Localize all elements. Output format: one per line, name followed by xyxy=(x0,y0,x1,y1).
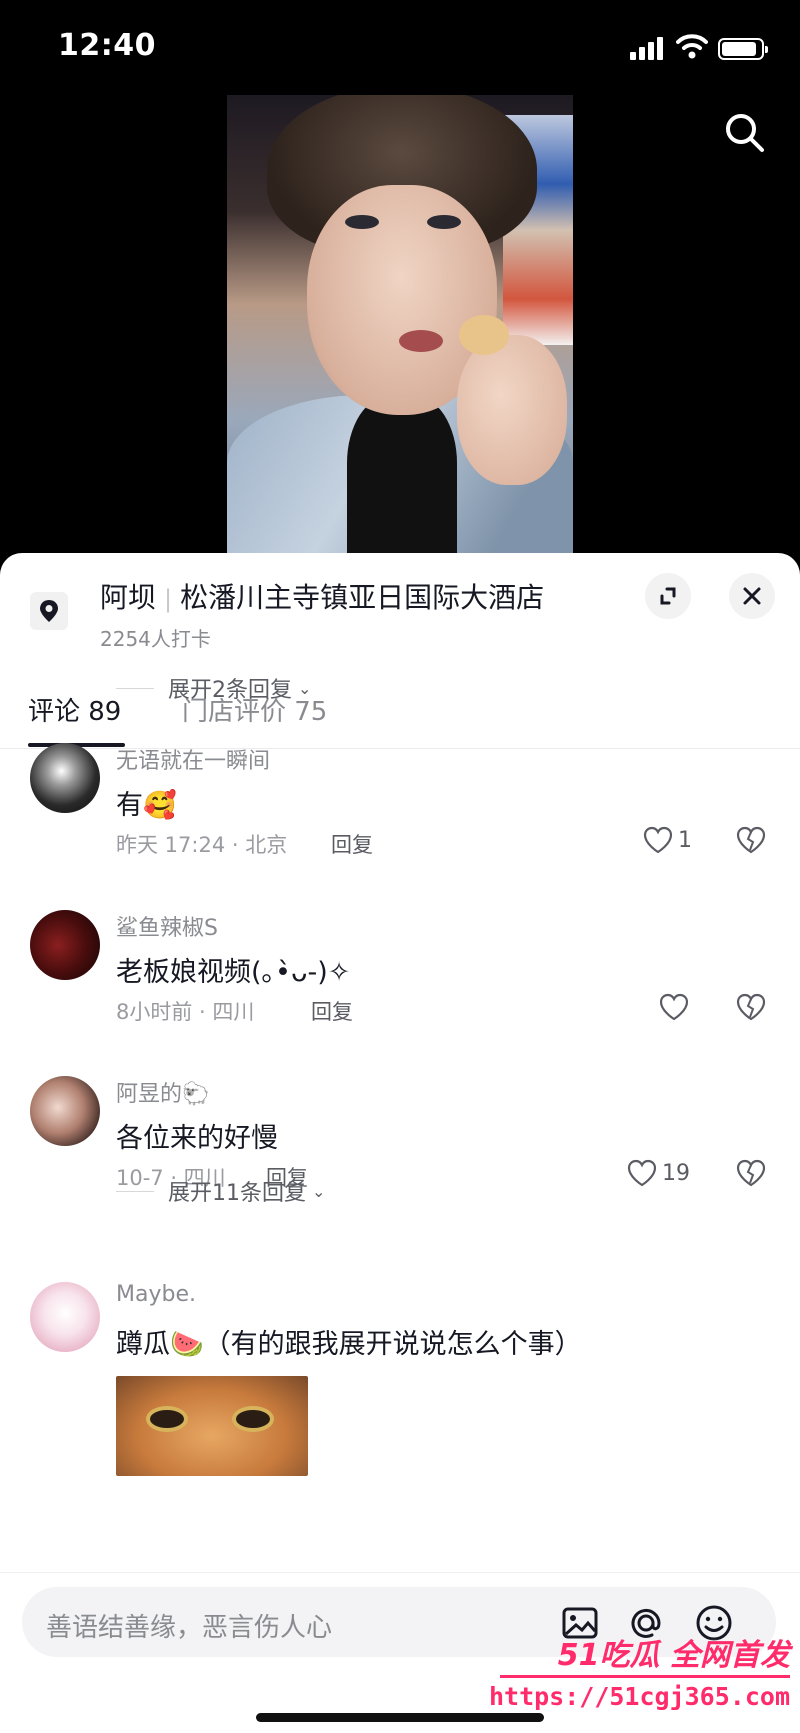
checkin-count: 2254人打卡 xyxy=(100,627,211,651)
wifi-icon xyxy=(676,34,708,59)
like-button[interactable]: 19 xyxy=(626,1158,690,1188)
comment-username[interactable]: Maybe. xyxy=(116,1282,196,1307)
tab-comments[interactable]: 评论 89 xyxy=(28,691,121,728)
expand-replies-top[interactable]: 展开2条回复 ⌄ xyxy=(116,672,311,704)
avatar[interactable] xyxy=(30,1282,100,1352)
location-separator: | xyxy=(164,585,173,613)
avatar[interactable] xyxy=(30,743,100,813)
location-name: 松潘川主寺镇亚日国际大酒店 xyxy=(180,581,545,614)
comment-username[interactable]: 无语就在一瞬间 xyxy=(116,743,270,775)
video-frame[interactable] xyxy=(227,95,573,560)
reply-button[interactable]: 回复 xyxy=(331,829,373,859)
signal-icon xyxy=(630,36,666,60)
heart-icon xyxy=(659,993,689,1021)
like-count: 19 xyxy=(662,1160,690,1186)
watermark-url: https://51cgj365.com xyxy=(488,1682,790,1711)
comment-sheet: 阿坝 | 松潘川主寺镇亚日国际大酒店 2254人打卡 评论 89 门店评价 75 展… xyxy=(0,553,800,1733)
status-time: 12:40 xyxy=(58,28,156,63)
close-icon xyxy=(743,587,761,605)
location-title[interactable]: 阿坝 | 松潘川主寺镇亚日国际大酒店 xyxy=(100,576,544,616)
attached-image[interactable] xyxy=(116,1376,308,1476)
avatar[interactable] xyxy=(30,910,100,980)
input-placeholder: 善语结善缘，恶言伤人心 xyxy=(46,1613,333,1643)
expand-replies-label: 展开2条回复 xyxy=(168,678,292,703)
reply-button[interactable]: 回复 xyxy=(311,996,353,1026)
comment-username[interactable]: 阿昱的🐑 xyxy=(116,1076,209,1108)
broken-heart-icon[interactable] xyxy=(735,825,767,855)
comment-text: 蹲瓜🍉（有的跟我展开说说怎么个事） xyxy=(116,1329,582,1360)
chevron-down-icon: ⌄ xyxy=(298,678,312,698)
heart-icon xyxy=(643,826,673,854)
watermark: 51吃瓜 全网首发 https://51cgj365.com xyxy=(489,1630,800,1733)
battery-icon xyxy=(718,38,768,60)
watermark-brand: 51吃瓜 全网首发 xyxy=(557,1638,790,1673)
broken-heart-icon[interactable] xyxy=(735,1158,767,1188)
expand-replies-mid[interactable]: 展开11条回复 ⌄ xyxy=(116,1175,325,1207)
like-count: 1 xyxy=(678,827,692,853)
status-bar: 12:40 xyxy=(0,0,800,95)
location-pin-icon xyxy=(30,592,68,630)
heart-icon xyxy=(627,1159,657,1187)
comment-text: 老板娘视频(｡•̀ᴗ-)✧ xyxy=(116,957,351,988)
chevron-down-icon: ⌄ xyxy=(312,1181,326,1201)
like-button[interactable] xyxy=(658,992,690,1022)
comment-text: 有🥰 xyxy=(116,790,177,821)
comment-username[interactable]: 鲨鱼辣椒S xyxy=(116,910,218,942)
location-city: 阿坝 xyxy=(100,581,157,614)
broken-heart-icon[interactable] xyxy=(735,992,767,1022)
close-button[interactable] xyxy=(729,573,775,619)
expand-replies-label: 展开11条回复 xyxy=(168,1181,306,1206)
expand-button[interactable] xyxy=(645,573,691,619)
comment-time: 昨天 17:24 · 北京 xyxy=(116,833,288,857)
search-icon[interactable] xyxy=(722,110,768,156)
avatar[interactable] xyxy=(30,1076,100,1146)
comment-time: 8小时前 · 四川 xyxy=(116,1000,255,1024)
comment-text: 各位来的好慢 xyxy=(116,1123,278,1154)
like-button[interactable]: 1 xyxy=(642,825,692,855)
expand-icon xyxy=(660,587,676,605)
video-area[interactable] xyxy=(0,95,800,560)
